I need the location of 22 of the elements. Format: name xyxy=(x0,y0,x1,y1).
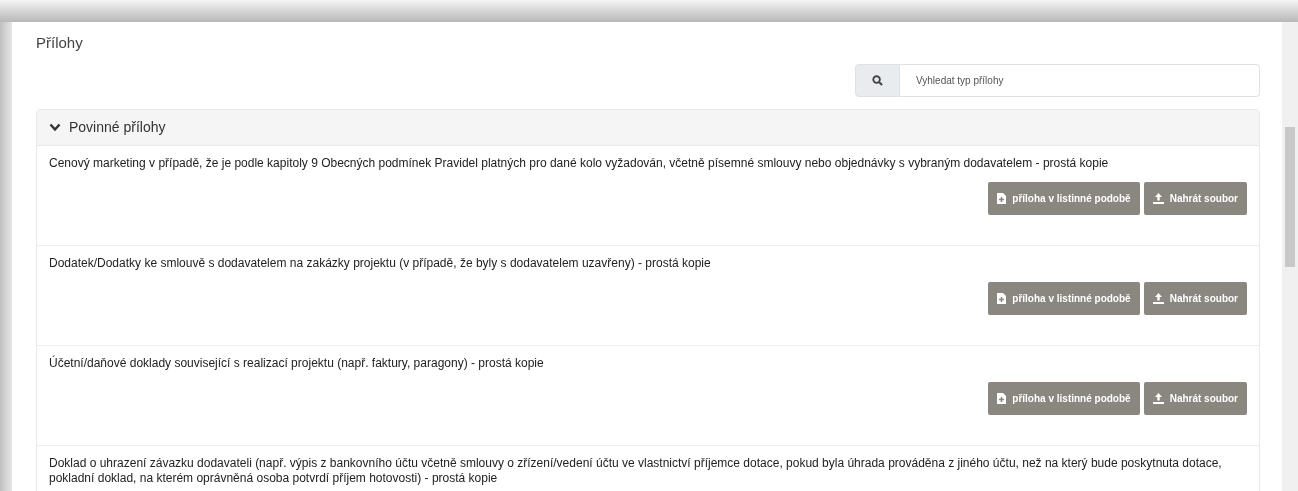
attachment-description: Doklad o uhrazení závazku dodavateli (např. výpis z bankovního účtu včetně smlouvy o zřízení/vedení účtu ve vlastnictví příjemce dotace, pokud byla úhrada prováděna z jiného účtu, než na který bude poskytnuta dotace, pokladní doklad, na kterém oprávněná osoba potvrdí příjem hotovosti) - prostá kopie xyxy=(49,456,1223,486)
attachment-description: Cenový marketing v případě, že je podle kapitoly 9 Obecných podmínek Pravidel platných pro dané kolo vyžadován, včetně písemné smlouvy nebo objednávky s vybraným dodavatelem - prostá kopie xyxy=(49,156,1110,171)
scrollbar-thumb[interactable] xyxy=(1285,127,1295,267)
section-title: Povinné přílohy xyxy=(69,118,166,137)
paper-attachment-button[interactable]: příloha v listinné podobě xyxy=(988,182,1140,215)
upload-file-button[interactable]: Nahrát soubor xyxy=(1143,182,1247,215)
search-field[interactable]: Vyhledat typ přílohy xyxy=(900,64,1260,97)
search-icon xyxy=(872,75,883,86)
upload-file-button[interactable]: Nahrát soubor xyxy=(1143,282,1247,315)
upload-icon xyxy=(1152,293,1164,304)
attachment-description: Účetní/daňové doklady související s realizací projektu (např. faktury, paragony) - prostá kopie xyxy=(49,356,545,371)
file-icon xyxy=(997,293,1007,304)
paper-attachment-button[interactable]: příloha v listinné podobě xyxy=(988,382,1140,415)
section-header[interactable]: Povinné přílohy xyxy=(37,110,1259,146)
attachment-description: Dodatek/Dodatky ke smlouvě s dodavatelem na zakázky projektu (v případě, že byly s dodavatelem uzavřeny) - prostá kopie xyxy=(49,256,712,271)
file-icon xyxy=(997,193,1007,204)
file-icon xyxy=(997,393,1007,404)
page-title: Přílohy xyxy=(36,33,84,53)
upload-file-button[interactable]: Nahrát soubor xyxy=(1143,382,1247,415)
paper-attachment-button[interactable]: příloha v listinné podobě xyxy=(988,282,1140,315)
upload-icon xyxy=(1152,193,1164,204)
upload-icon xyxy=(1152,393,1164,404)
